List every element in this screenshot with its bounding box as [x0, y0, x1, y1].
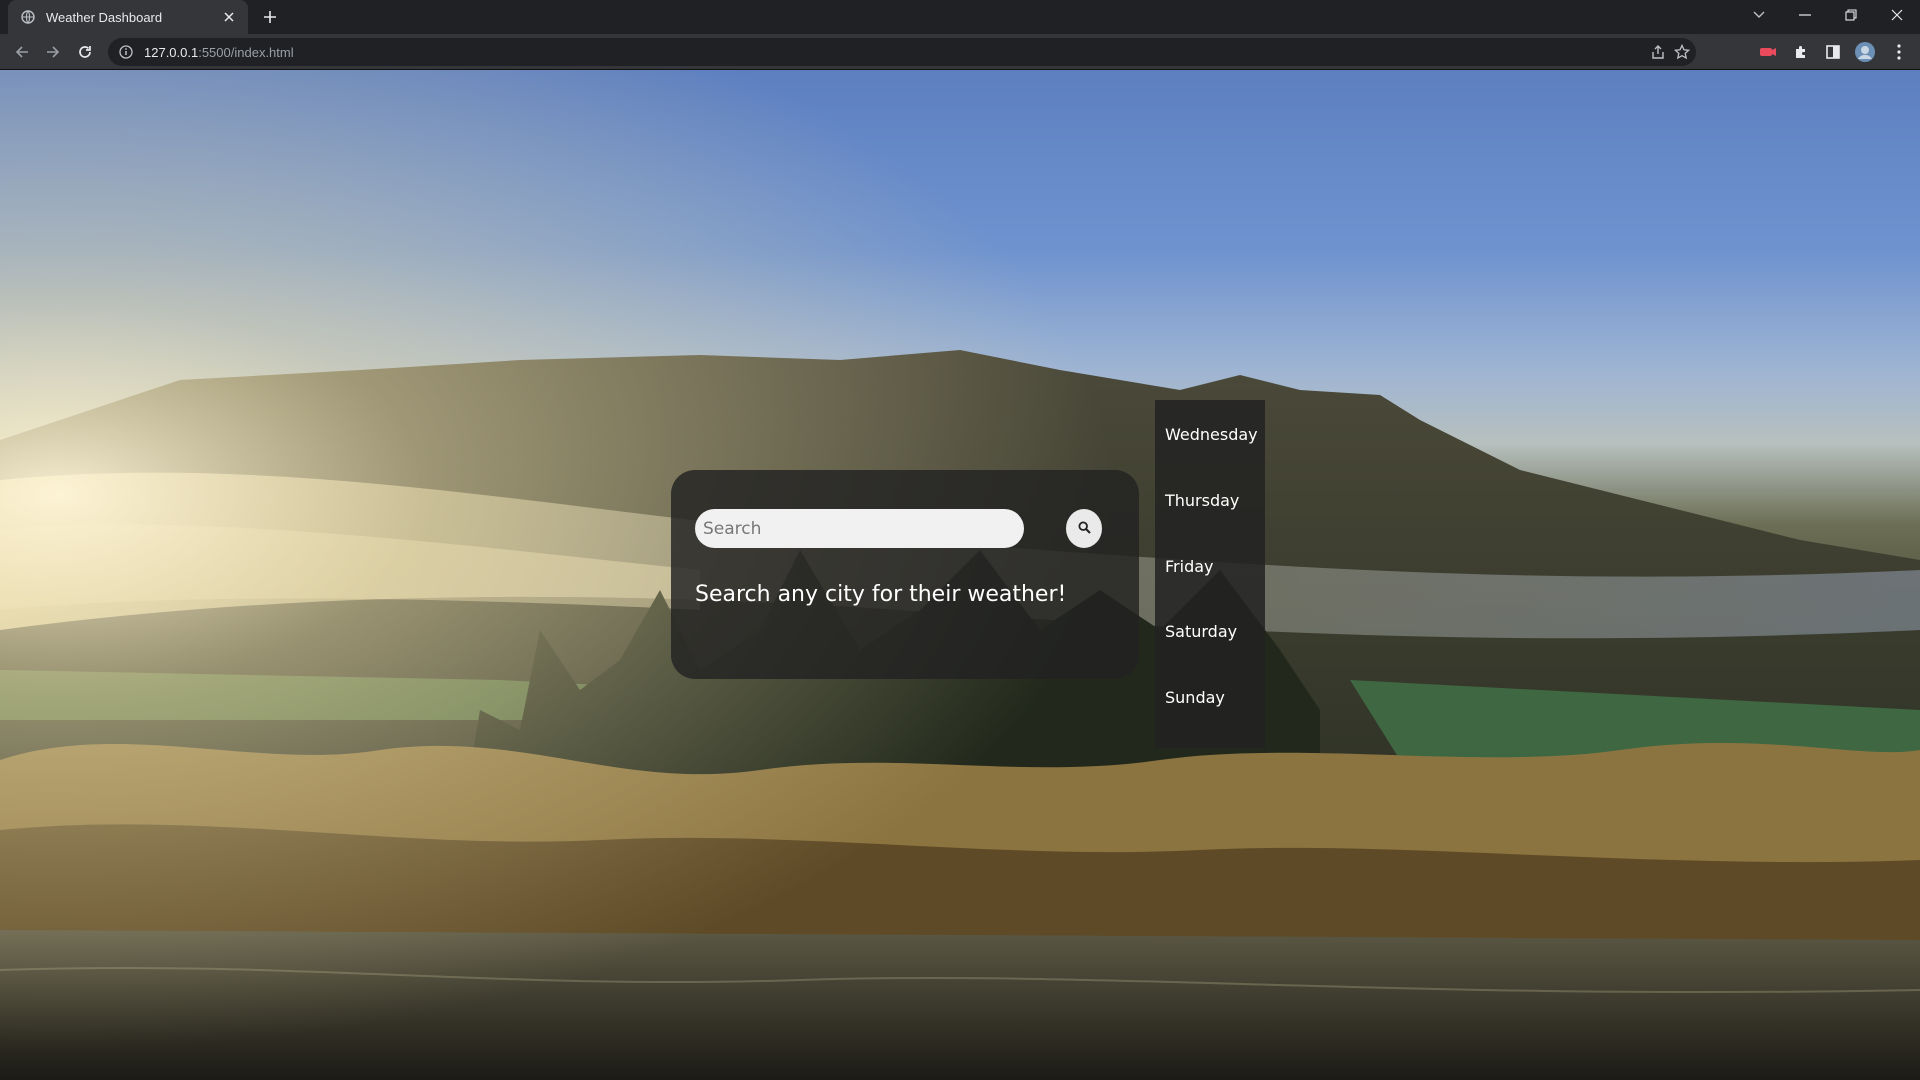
- search-button[interactable]: [1066, 509, 1102, 548]
- forecast-day: Thursday: [1165, 491, 1240, 510]
- forward-icon[interactable]: [41, 40, 65, 64]
- browser-toolbar: 127.0.0.1:5500/index.html: [0, 34, 1920, 70]
- profile-avatar-icon[interactable]: [1853, 40, 1877, 64]
- site-info-icon[interactable]: [118, 44, 134, 60]
- new-tab-icon[interactable]: [258, 5, 282, 29]
- close-tab-icon[interactable]: [220, 8, 238, 26]
- tab-search-icon[interactable]: [1736, 0, 1782, 30]
- forecast-day: Sunday: [1165, 688, 1225, 707]
- back-icon[interactable]: [10, 40, 34, 64]
- more-menu-icon[interactable]: [1887, 40, 1911, 64]
- extensions-puzzle-icon[interactable]: [1789, 40, 1813, 64]
- bookmark-star-icon[interactable]: [1672, 42, 1692, 62]
- search-prompt-message: Search any city for their weather!: [695, 582, 1067, 607]
- minimize-icon[interactable]: [1782, 0, 1828, 30]
- url-text: 127.0.0.1:5500/index.html: [144, 45, 294, 60]
- search-icon: [1077, 520, 1091, 537]
- search-input[interactable]: [695, 509, 1024, 548]
- tab-title: Weather Dashboard: [46, 9, 163, 25]
- close-window-icon[interactable]: [1874, 0, 1920, 30]
- address-bar[interactable]: 127.0.0.1:5500/index.html: [108, 38, 1696, 66]
- url-path: :5500/index.html: [198, 44, 294, 60]
- globe-icon: [20, 9, 36, 25]
- browser-tab[interactable]: Weather Dashboard: [8, 0, 248, 34]
- forecast-day: Wednesday: [1165, 425, 1258, 444]
- page-viewport: Search any city for their weather! Wedne…: [0, 70, 1920, 1080]
- reload-icon[interactable]: [73, 40, 97, 64]
- share-icon[interactable]: [1648, 42, 1668, 62]
- extension-red-icon[interactable]: [1756, 40, 1780, 64]
- tab-strip: Weather Dashboard: [0, 0, 1920, 34]
- forecast-day: Friday: [1165, 557, 1214, 576]
- restore-icon[interactable]: [1828, 0, 1874, 30]
- forecast-panel: Wednesday Thursday Friday Saturday Sunda…: [1155, 400, 1265, 748]
- side-panel-icon[interactable]: [1821, 40, 1845, 64]
- url-host: 127.0.0.1: [144, 44, 199, 60]
- forecast-day: Saturday: [1165, 622, 1238, 641]
- weather-search-card: Search any city for their weather!: [671, 470, 1139, 679]
